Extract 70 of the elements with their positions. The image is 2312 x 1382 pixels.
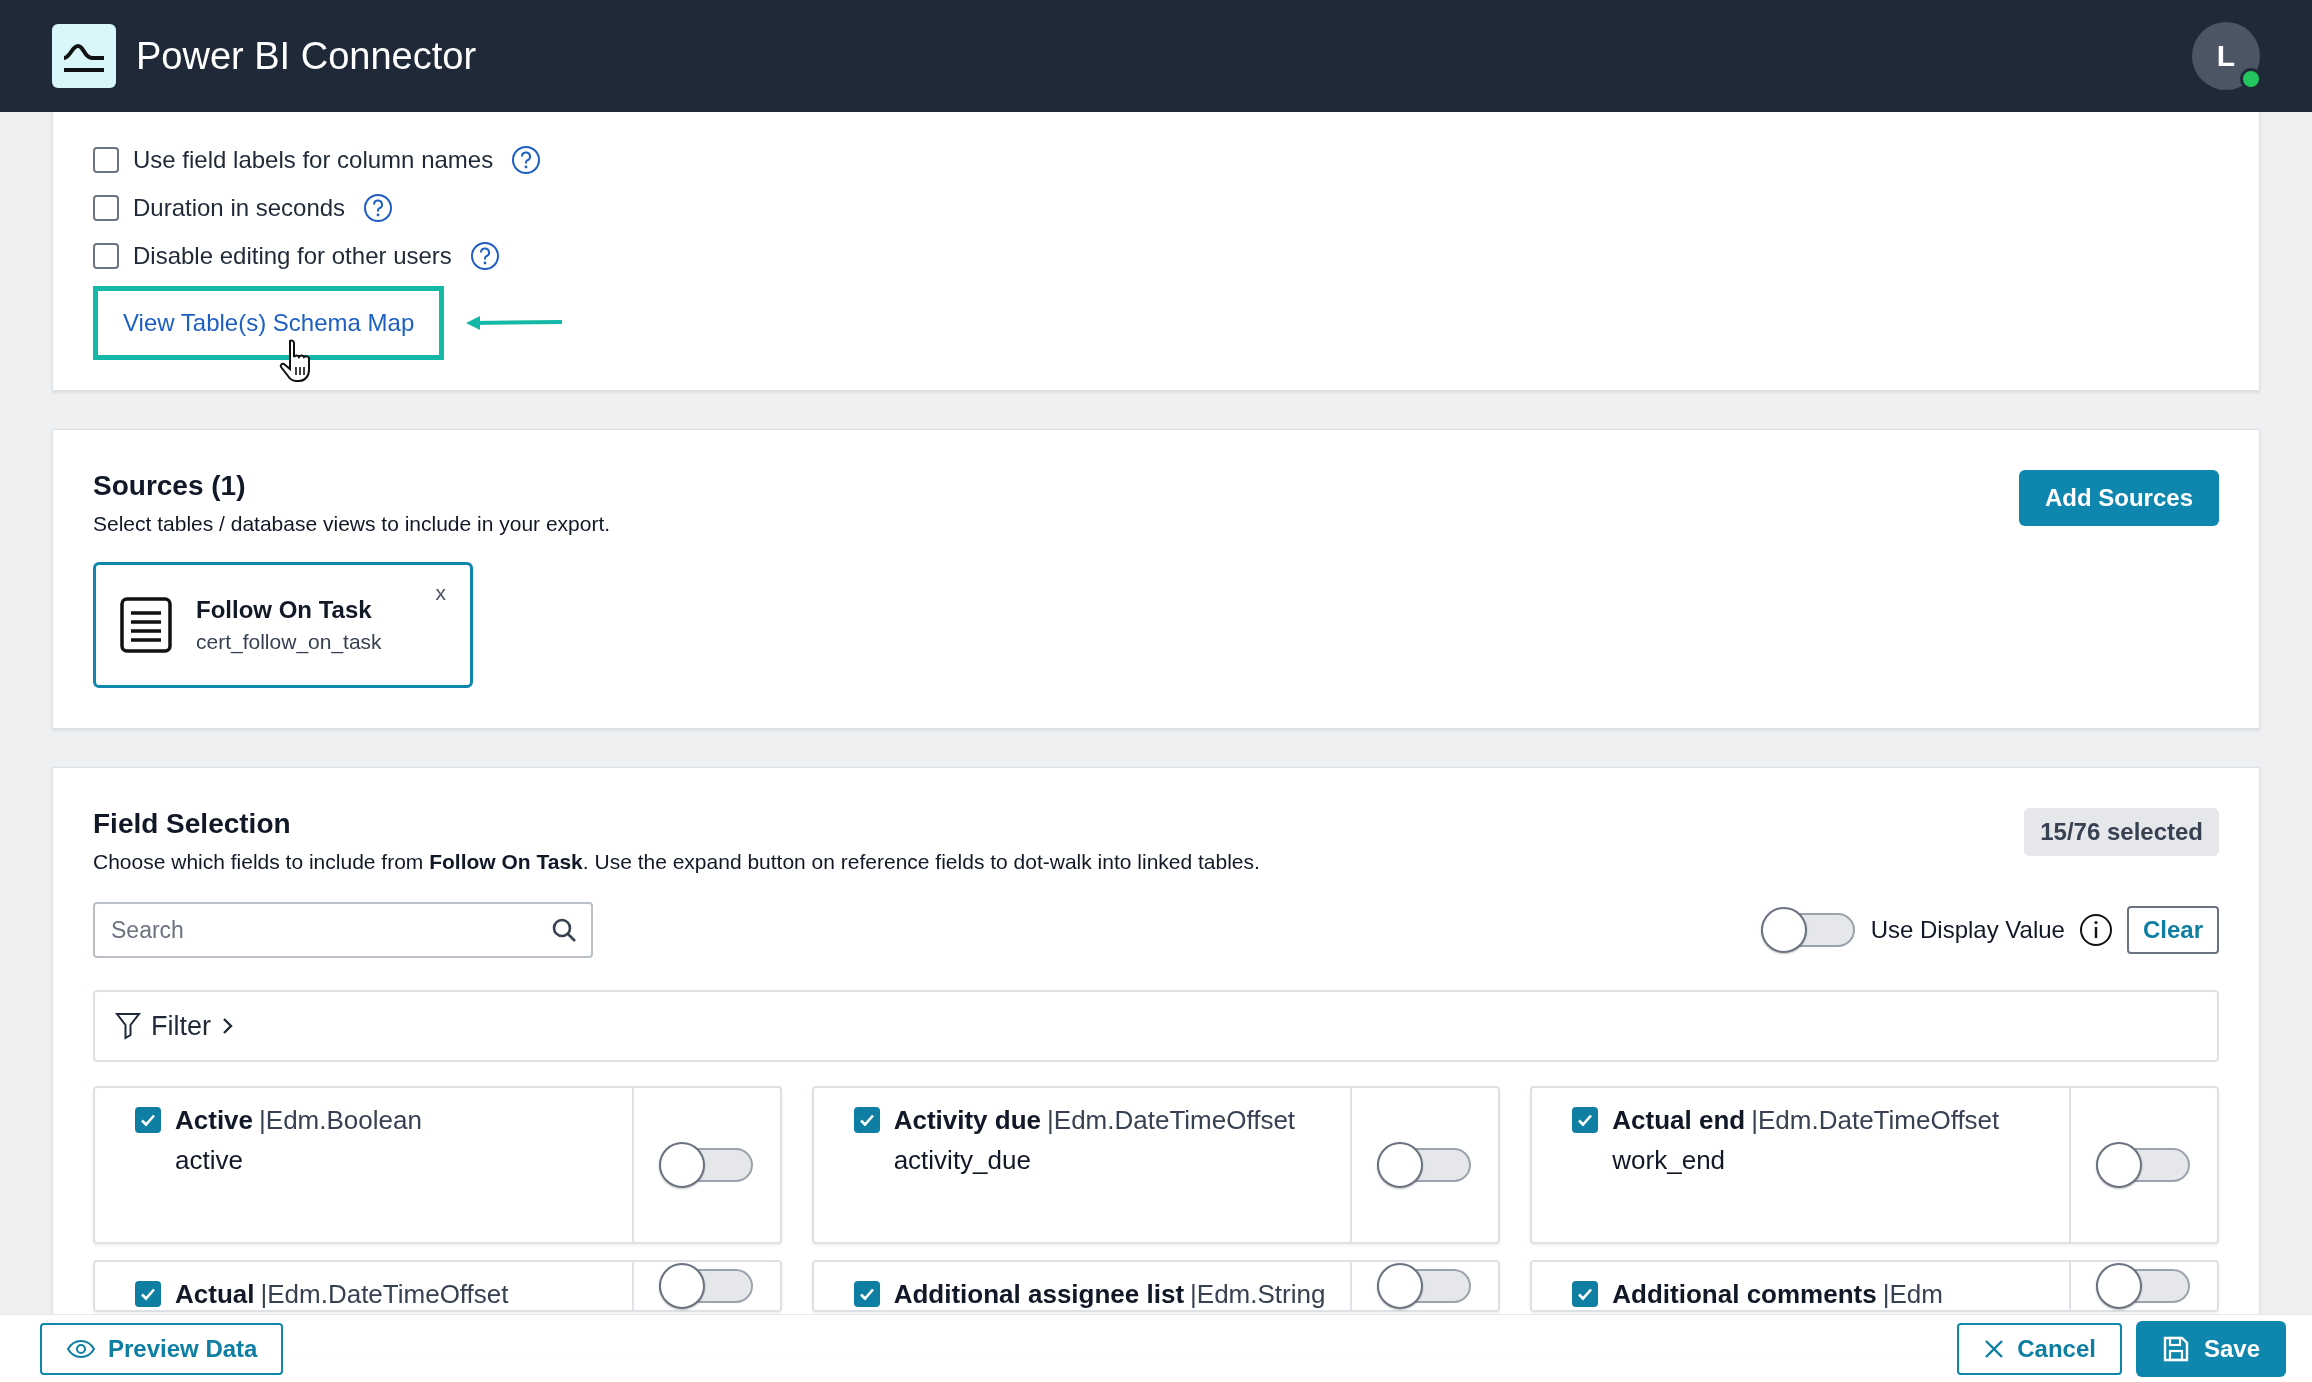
source-name: Follow On Task <box>196 596 373 624</box>
schema-map-link[interactable]: View Table(s) Schema Map <box>123 309 415 336</box>
eye-icon <box>66 1338 96 1359</box>
field-card[interactable]: Actual |Edm.DateTimeOffset <box>93 1260 782 1312</box>
field-type: |Edm.DateTimeOffset <box>1751 1104 2000 1137</box>
clear-button[interactable]: Clear <box>2126 906 2219 954</box>
field-card[interactable]: Additional comments |Edm <box>1530 1260 2219 1312</box>
field-toggle[interactable] <box>658 1141 755 1189</box>
help-icon[interactable] <box>363 193 394 223</box>
checkbox[interactable] <box>853 1281 880 1307</box>
user-avatar[interactable]: L <box>2192 22 2260 90</box>
checkbox[interactable] <box>853 1107 880 1133</box>
checkbox[interactable] <box>1572 1281 1599 1307</box>
app-title: Power BI Connector <box>136 34 477 78</box>
field-type: |Edm.DateTimeOffset <box>1047 1104 1296 1137</box>
field-label: Actual end <box>1612 1104 1746 1137</box>
chevron-right-icon <box>221 1016 235 1036</box>
field-card[interactable]: Actual end |Edm.DateTimeOffset work_end <box>1530 1086 2219 1244</box>
section-description: Choose which fields to include from Follow On Task. Use the expand button on reference fields to dot-walk into linked tables. <box>93 850 1260 874</box>
field-toggle[interactable] <box>2096 1141 2192 1189</box>
field-label: Additional comments <box>1612 1278 1877 1311</box>
field-label: Actual <box>175 1278 255 1311</box>
search-field[interactable]: Search <box>93 902 593 958</box>
checkbox[interactable] <box>1572 1107 1599 1133</box>
option-label: Duration in seconds <box>133 194 346 222</box>
section-description: Select tables / database views to include in your export. <box>93 512 611 536</box>
field-label: Activity due <box>893 1104 1042 1137</box>
field-name: work_end <box>1612 1144 1727 1177</box>
field-type: |Edm.DateTimeOffset <box>260 1278 509 1311</box>
cancel-button[interactable]: Cancel <box>1957 1322 2122 1375</box>
field-name: activity_due <box>893 1144 1032 1177</box>
info-icon[interactable] <box>2078 913 2113 947</box>
search-icon <box>551 917 577 943</box>
section-title: Sources (1) <box>93 470 247 502</box>
arrow-icon <box>464 313 565 333</box>
help-icon[interactable] <box>469 241 500 271</box>
field-name: active <box>175 1144 244 1177</box>
document-icon <box>120 597 172 653</box>
checkbox[interactable] <box>93 195 119 221</box>
add-sources-button[interactable]: Add Sources <box>2018 470 2219 526</box>
checkbox[interactable] <box>93 147 119 173</box>
checkbox[interactable] <box>135 1281 161 1307</box>
save-button[interactable]: Save <box>2135 1320 2286 1377</box>
selected-count: 15/76 selected <box>2024 808 2219 856</box>
field-card[interactable]: Activity due |Edm.DateTimeOffset activity_due <box>811 1086 1501 1244</box>
checkbox[interactable] <box>135 1107 161 1133</box>
preview-data-button[interactable]: Preview Data <box>40 1322 284 1375</box>
field-type: |Edm <box>1882 1278 1943 1311</box>
filter-bar[interactable]: Filter <box>93 990 2219 1062</box>
field-card[interactable]: Additional assignee list |Edm.String <box>811 1260 1501 1312</box>
field-type: |Edm.String <box>1190 1278 1326 1311</box>
field-label: Active <box>175 1104 254 1137</box>
filter-icon <box>115 1012 141 1040</box>
checkbox[interactable] <box>93 243 119 269</box>
logo-icon <box>52 24 116 88</box>
display-value-toggle[interactable] <box>1760 906 1857 954</box>
field-toggle[interactable] <box>658 1262 755 1310</box>
remove-button[interactable]: x <box>435 581 446 605</box>
source-table: cert_follow_on_task <box>196 630 382 654</box>
field-label: Additional assignee list <box>893 1278 1185 1311</box>
option-label: Use field labels for column names <box>133 146 494 174</box>
field-card[interactable]: Active |Edm.Boolean active <box>93 1086 782 1244</box>
section-title: Field Selection <box>93 808 292 840</box>
close-icon <box>1983 1337 2006 1360</box>
help-icon[interactable] <box>511 145 542 175</box>
field-type: |Edm.Boolean <box>259 1104 422 1137</box>
toggle-label: Use Display Value <box>1870 916 2065 944</box>
source-card[interactable]: Follow On Task cert_follow_on_task x <box>93 562 473 688</box>
option-label: Disable editing for other users <box>133 242 452 270</box>
field-toggle[interactable] <box>2096 1262 2192 1310</box>
